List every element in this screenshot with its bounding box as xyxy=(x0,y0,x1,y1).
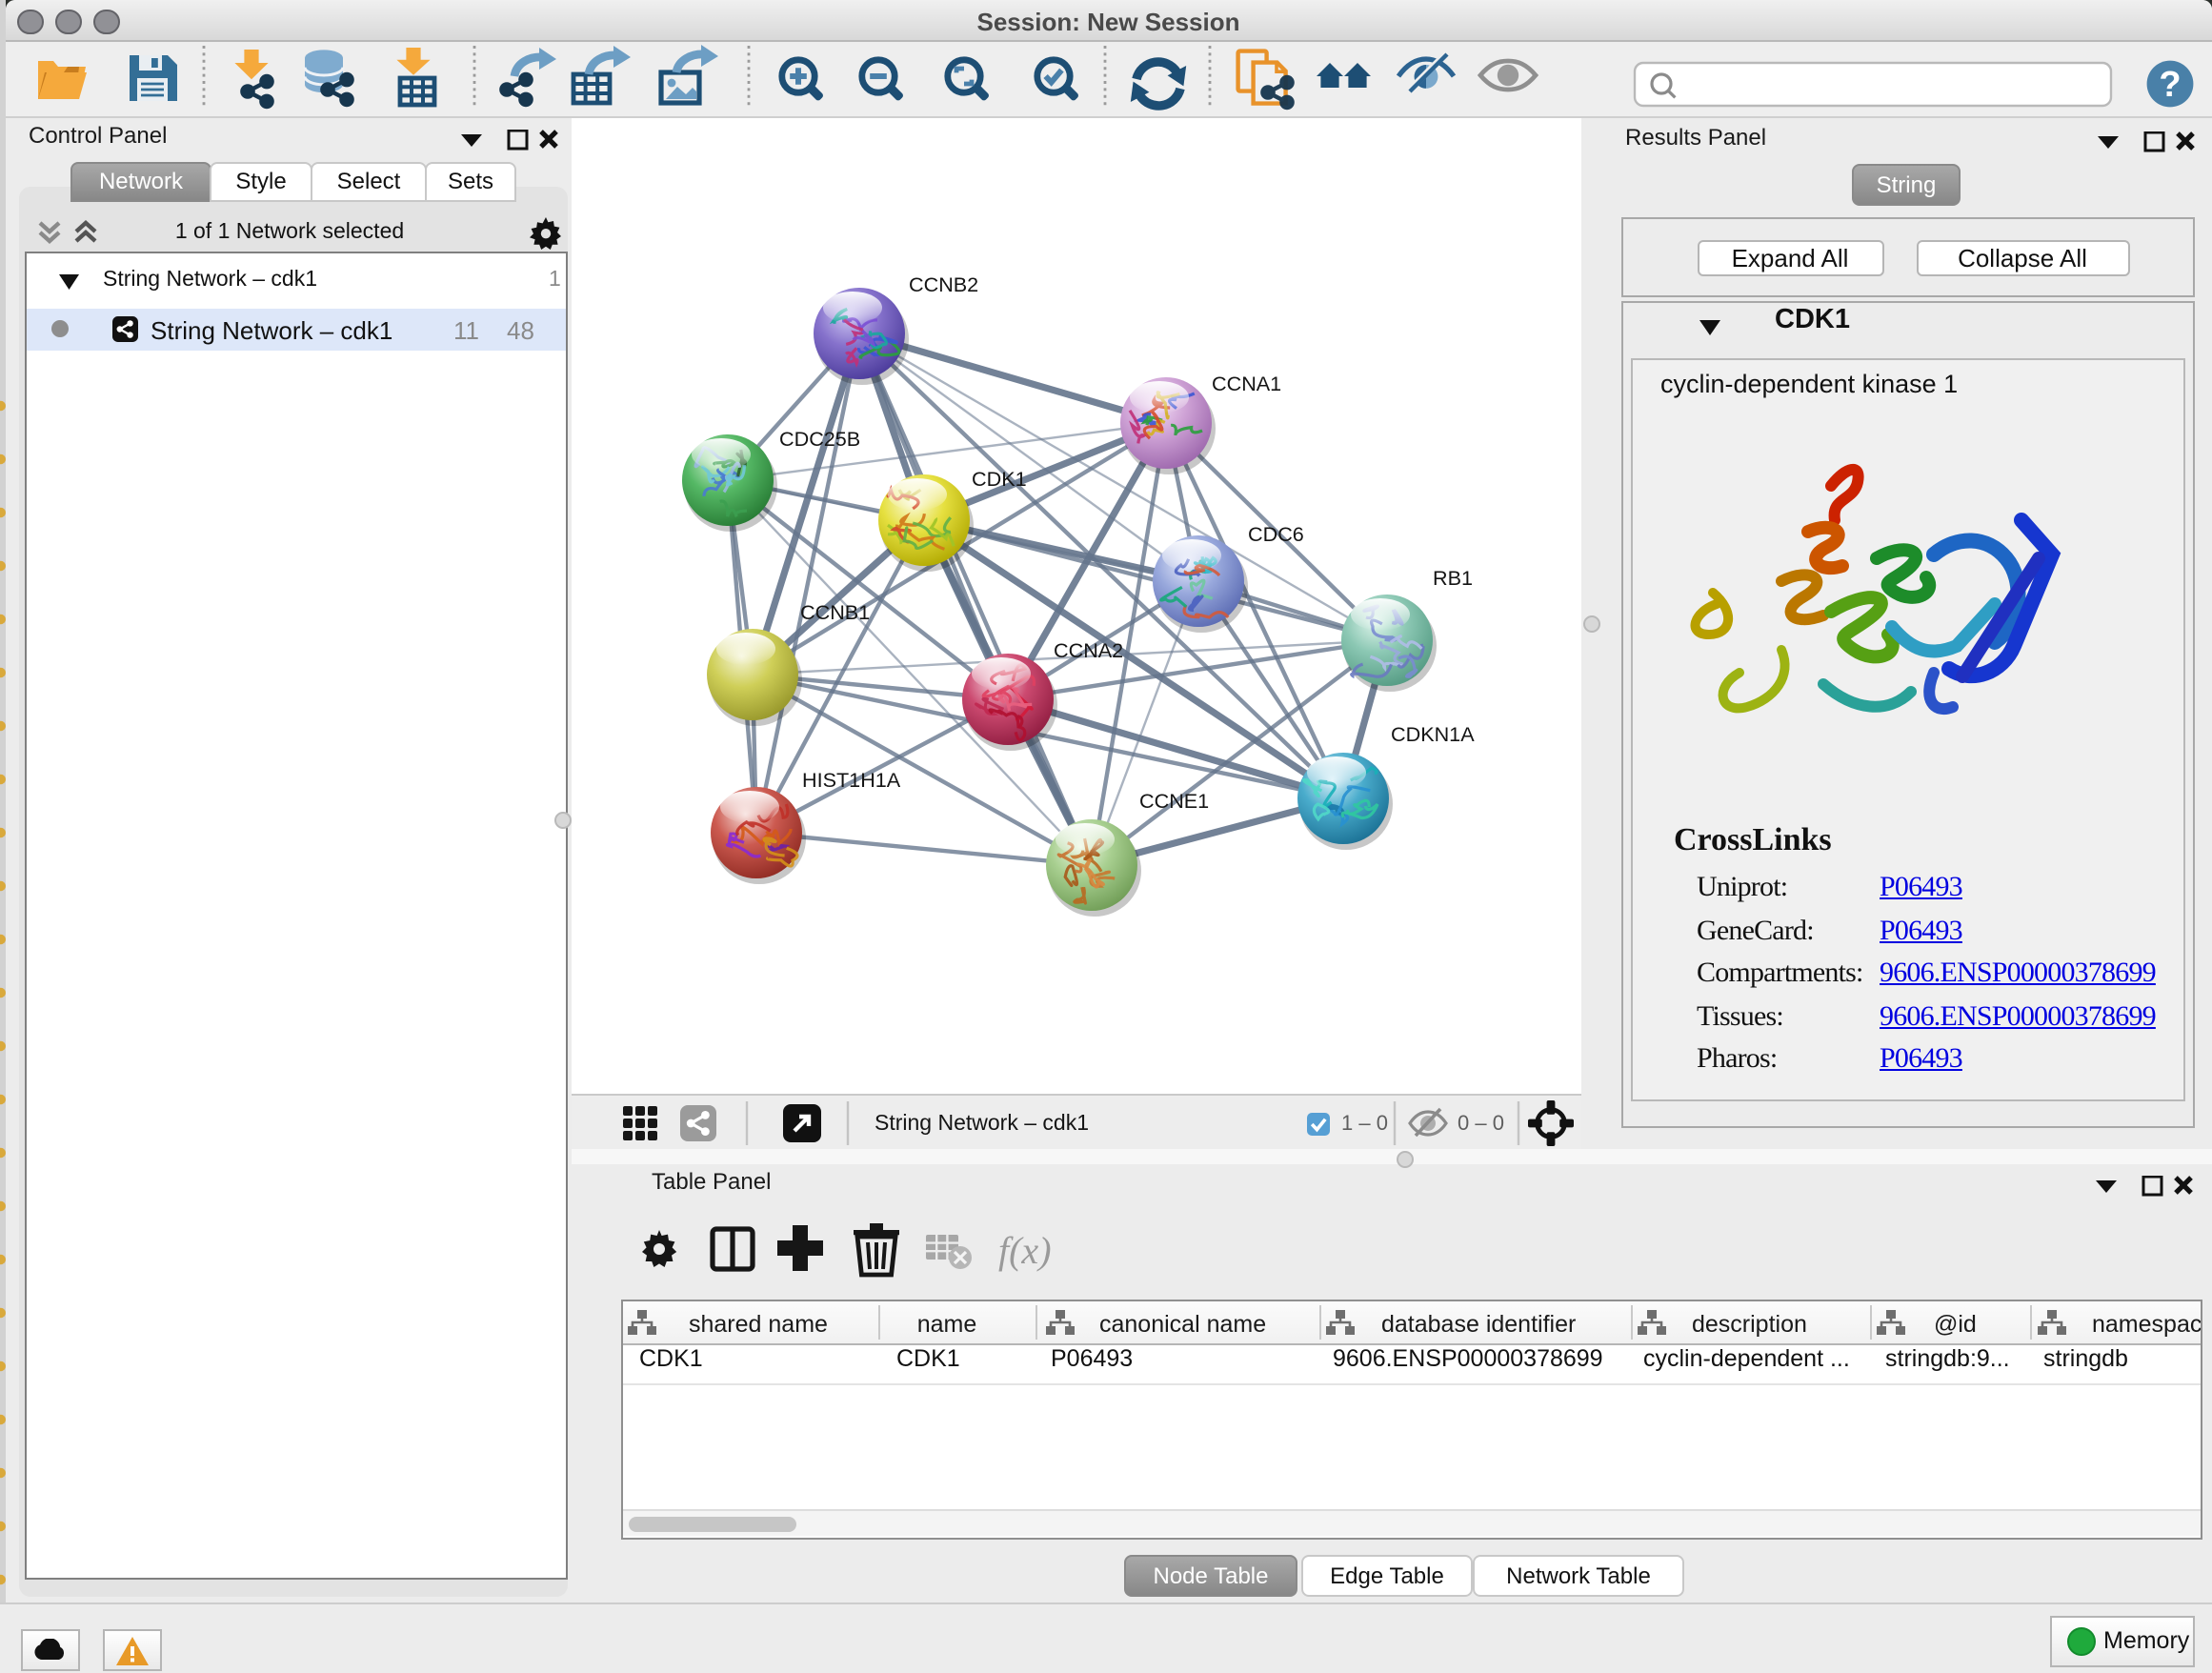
svg-text:String Network – cdk1: String Network – cdk1 xyxy=(875,1110,1089,1135)
svg-text:namespace: namespace xyxy=(2091,1311,2200,1338)
svg-text:CCNE1: CCNE1 xyxy=(1139,789,1209,813)
svg-text:1 – 0: 1 – 0 xyxy=(1341,1111,1388,1135)
svg-text:database identifier: database identifier xyxy=(1380,1311,1575,1338)
svg-text:CDKN1A: CDKN1A xyxy=(1391,722,1475,746)
svg-text:CCNB2: CCNB2 xyxy=(909,272,978,296)
svg-text:0 – 0: 0 – 0 xyxy=(1458,1111,1504,1135)
svg-text:f(x): f(x) xyxy=(998,1229,1052,1272)
svg-text:CCNA2: CCNA2 xyxy=(1054,638,1123,662)
svg-text:CCNA1: CCNA1 xyxy=(1212,372,1281,395)
svg-text:RB1: RB1 xyxy=(1433,566,1473,590)
svg-text:canonical name: canonical name xyxy=(1098,1311,1265,1338)
svg-text:CCNB1: CCNB1 xyxy=(800,600,870,624)
svg-text:CDC6: CDC6 xyxy=(1248,522,1304,546)
svg-text:name: name xyxy=(916,1311,976,1338)
svg-text:CDC25B: CDC25B xyxy=(779,427,860,451)
svg-text:description: description xyxy=(1691,1311,1806,1338)
svg-text:shared name: shared name xyxy=(688,1311,827,1338)
svg-text:@id: @id xyxy=(1933,1311,1976,1338)
svg-text:CDK1: CDK1 xyxy=(972,467,1027,491)
svg-text:?: ? xyxy=(2158,64,2180,104)
svg-text:HIST1H1A: HIST1H1A xyxy=(802,768,901,792)
